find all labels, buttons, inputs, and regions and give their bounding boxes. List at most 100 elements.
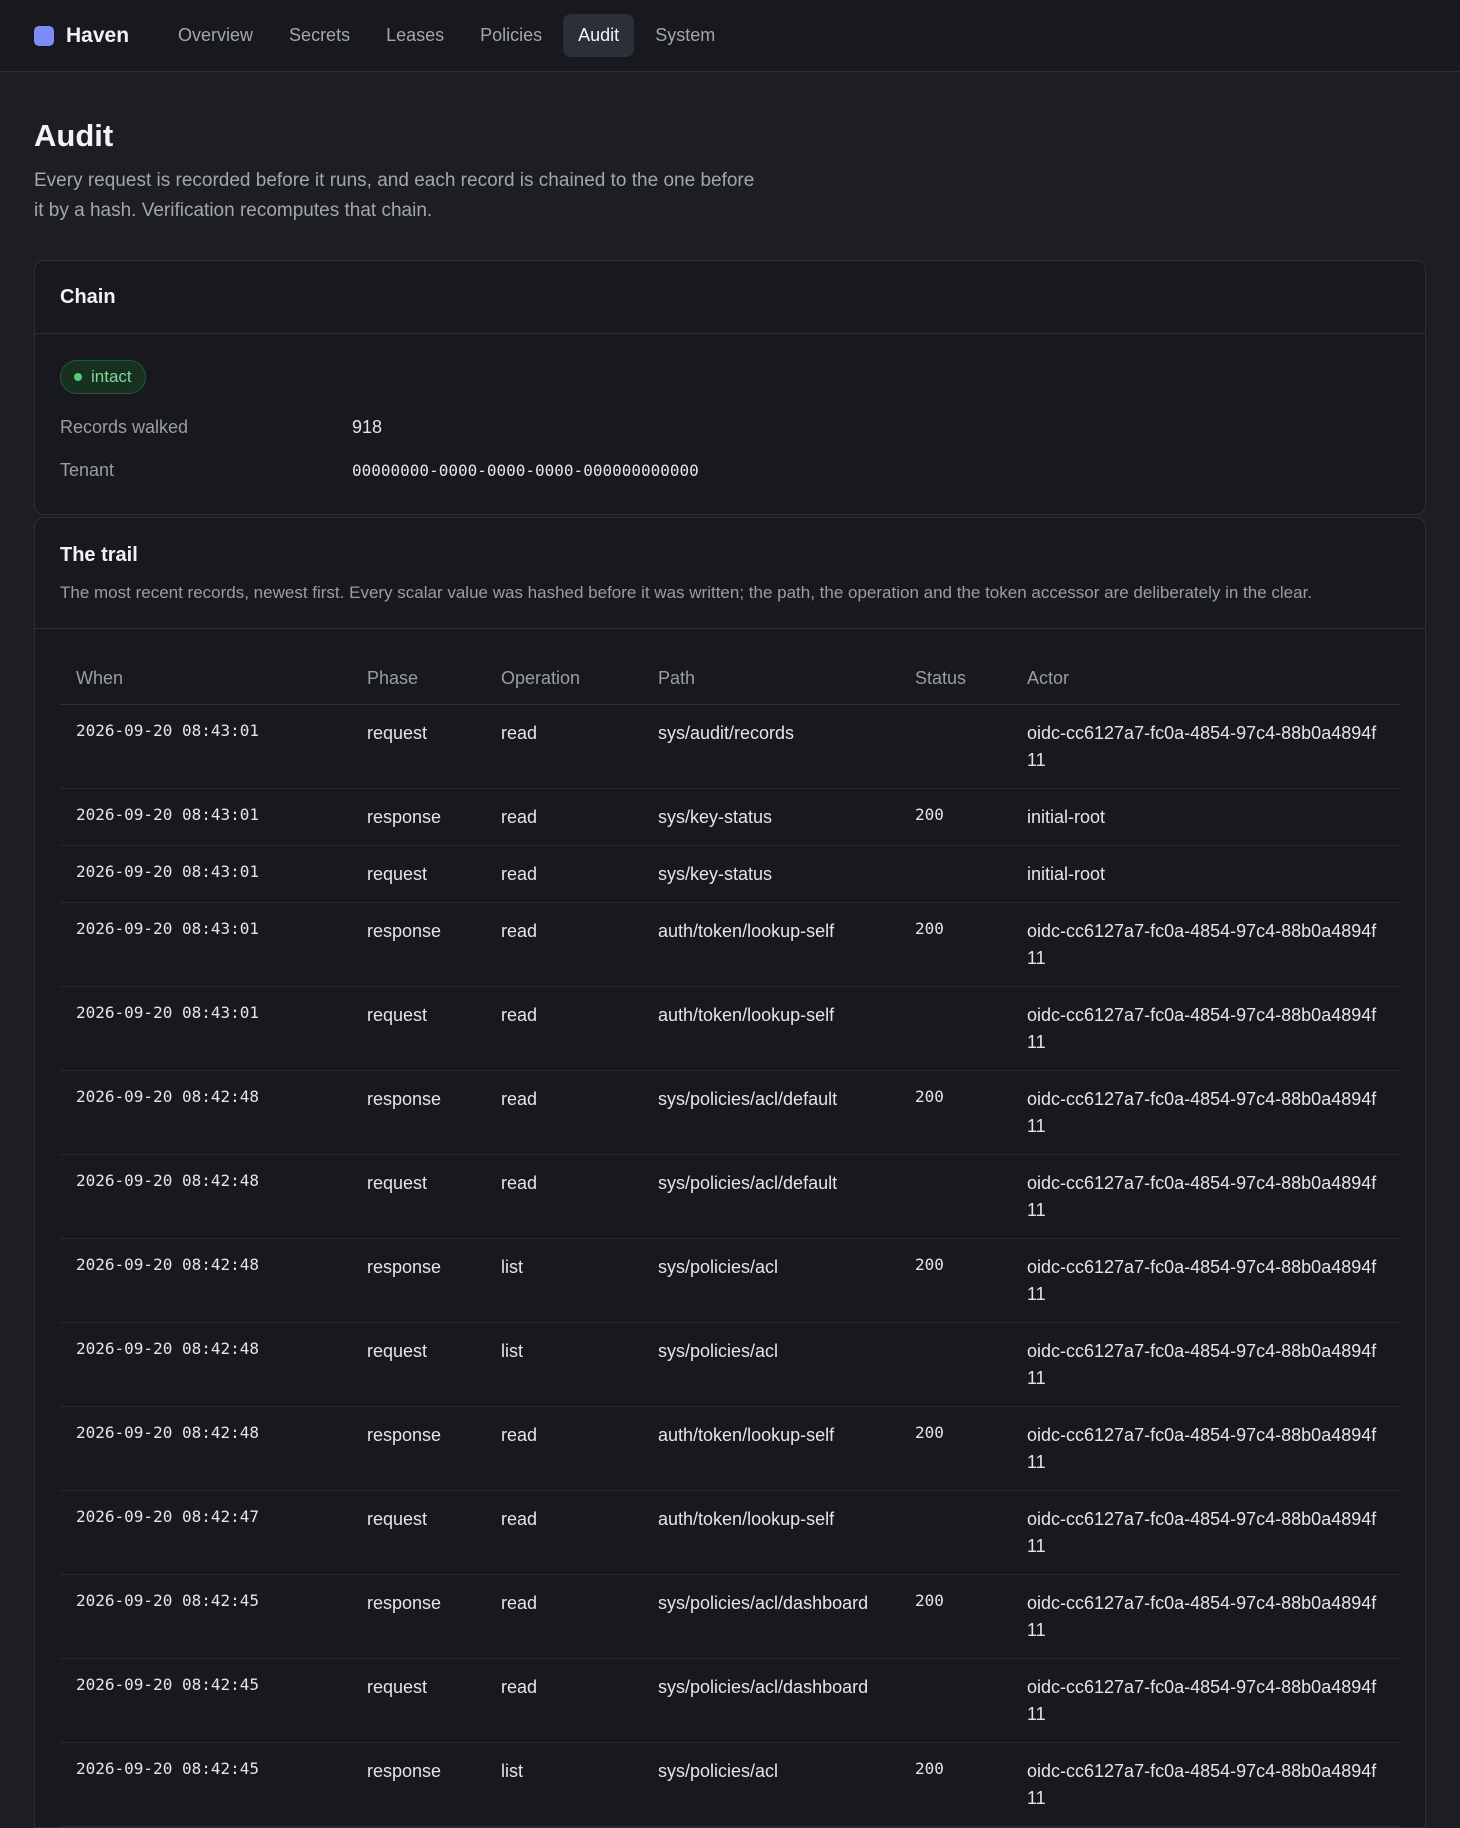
operation-cell: read [485,1490,642,1575]
chain-card-title: Chain [60,285,116,308]
actor-cell: oidc-cc6127a7-fc0a-4854-97c4-88b0a4894f1… [1011,1322,1400,1407]
nav-item-overview[interactable]: Overview [163,14,268,57]
operation-cell: list [485,1322,642,1407]
path-cell: sys/audit/records [642,704,899,789]
brand[interactable]: Haven [34,24,129,48]
path-cell: sys/key-status [642,845,899,903]
audit-trail-rows: 2026-09-20 08:43:01 request read sys/audit/… [60,704,1400,1827]
column-header-when[interactable]: When [60,653,351,705]
table-row[interactable]: 2026-09-20 08:43:01 response read auth/toke… [60,902,1400,987]
records-walked-value: 918 [352,417,383,437]
operation-cell: read [485,1070,642,1155]
column-header-actor[interactable]: Actor [1011,653,1400,705]
status-cell: 200 [899,1070,1011,1155]
status-cell [899,845,1011,903]
path-cell: sys/key-status [642,788,899,846]
operation-cell: list [485,1742,642,1827]
nav-item-system[interactable]: System [640,14,730,57]
tenant-value: 00000000-0000-0000-0000-000000000000 [352,461,699,480]
when-cell: 2026-09-20 08:43:01 [60,902,351,987]
status-cell [899,1322,1011,1407]
actor-cell: oidc-cc6127a7-fc0a-4854-97c4-88b0a4894f1… [1011,902,1400,987]
path-cell: sys/policies/acl [642,1238,899,1323]
actor-cell: oidc-cc6127a7-fc0a-4854-97c4-88b0a4894f1… [1011,986,1400,1071]
operation-cell: read [485,1574,642,1659]
when-cell: 2026-09-20 08:43:01 [60,986,351,1071]
status-cell [899,986,1011,1071]
nav-item-leases[interactable]: Leases [371,14,459,57]
operation-cell: read [485,1406,642,1491]
table-row[interactable]: 2026-09-20 08:42:48 request list sys/polici… [60,1322,1400,1407]
when-cell: 2026-09-20 08:43:01 [60,845,351,903]
audit-trail-table: When Phase Operation Path Status Actor 2… [60,653,1400,1827]
operation-cell: read [485,704,642,789]
status-cell [899,1658,1011,1743]
phase-cell: request [351,1322,485,1407]
table-header-row: When Phase Operation Path Status Actor [60,653,1400,705]
table-row[interactable]: 2026-09-20 08:43:01 request read sys/key-st… [60,845,1400,903]
when-cell: 2026-09-20 08:42:48 [60,1322,351,1407]
phase-cell: response [351,1742,485,1827]
table-row[interactable]: 2026-09-20 08:42:45 response read sys/polic… [60,1574,1400,1659]
chain-status-badge: intact [60,360,146,394]
trail-card-description: The most recent records, newest first. E… [60,583,1313,602]
column-header-status[interactable]: Status [899,653,1011,705]
status-cell [899,1154,1011,1239]
operation-cell: read [485,845,642,903]
table-row[interactable]: 2026-09-20 08:42:48 response read auth/toke… [60,1406,1400,1491]
actor-cell: oidc-cc6127a7-fc0a-4854-97c4-88b0a4894f1… [1011,1574,1400,1659]
brand-name: Haven [66,23,130,47]
table-row[interactable]: 2026-09-20 08:42:48 response list sys/polic… [60,1238,1400,1323]
phase-cell: request [351,1490,485,1575]
table-row[interactable]: 2026-09-20 08:43:01 request read sys/audit/… [60,704,1400,789]
when-cell: 2026-09-20 08:42:47 [60,1490,351,1575]
table-row[interactable]: 2026-09-20 08:42:48 response read sys/polic… [60,1070,1400,1155]
status-cell: 200 [899,788,1011,846]
path-cell: auth/token/lookup-self [642,986,899,1071]
phase-cell: response [351,788,485,846]
column-header-phase[interactable]: Phase [351,653,485,705]
actor-cell: oidc-cc6127a7-fc0a-4854-97c4-88b0a4894f1… [1011,704,1400,789]
actor-cell: oidc-cc6127a7-fc0a-4854-97c4-88b0a4894f1… [1011,1154,1400,1239]
operation-cell: read [485,1658,642,1743]
path-cell: sys/policies/acl [642,1322,899,1407]
column-header-path[interactable]: Path [642,653,899,705]
actor-cell: oidc-cc6127a7-fc0a-4854-97c4-88b0a4894f1… [1011,1070,1400,1155]
path-cell: auth/token/lookup-self [642,1406,899,1491]
actor-cell: oidc-cc6127a7-fc0a-4854-97c4-88b0a4894f1… [1011,1490,1400,1575]
operation-cell: read [485,1154,642,1239]
phase-cell: request [351,704,485,789]
phase-cell: response [351,1574,485,1659]
table-row[interactable]: 2026-09-20 08:42:45 response list sys/polic… [60,1742,1400,1827]
top-navigation-bar: Haven Overview Secrets Leases Policies A… [0,0,1460,72]
nav-item-audit[interactable]: Audit [563,14,635,57]
path-cell: sys/policies/acl/dashboard [642,1658,899,1743]
path-cell: auth/token/lookup-self [642,1490,899,1575]
status-dot-icon [74,373,82,381]
nav-item-secrets[interactable]: Secrets [274,14,365,57]
trail-card-header: The trail The most recent records, newes… [35,518,1425,629]
path-cell: sys/policies/acl/default [642,1070,899,1155]
path-cell: sys/policies/acl [642,1742,899,1827]
table-row[interactable]: 2026-09-20 08:42:48 request read sys/polici… [60,1154,1400,1239]
path-cell: sys/policies/acl/default [642,1154,899,1239]
actor-cell: initial-root [1011,788,1400,846]
actor-cell: oidc-cc6127a7-fc0a-4854-97c4-88b0a4894f1… [1011,1238,1400,1323]
status-cell: 200 [899,1238,1011,1323]
table-row[interactable]: 2026-09-20 08:43:01 request read auth/token… [60,986,1400,1071]
phase-cell: response [351,1406,485,1491]
status-cell [899,704,1011,789]
table-row[interactable]: 2026-09-20 08:42:47 request read auth/token… [60,1490,1400,1575]
when-cell: 2026-09-20 08:42:45 [60,1742,351,1827]
phase-cell: response [351,1238,485,1323]
path-cell: sys/policies/acl/dashboard [642,1574,899,1659]
phase-cell: request [351,1154,485,1239]
when-cell: 2026-09-20 08:42:48 [60,1238,351,1323]
chain-card-body: intact Records walked 918 Tenant 0000000… [35,334,1425,514]
table-row[interactable]: 2026-09-20 08:43:01 response read sys/key-s… [60,788,1400,846]
column-header-operation[interactable]: Operation [485,653,642,705]
phase-cell: request [351,1658,485,1743]
table-row[interactable]: 2026-09-20 08:42:45 request read sys/polici… [60,1658,1400,1743]
main-nav: Overview Secrets Leases Policies Audit S… [163,14,730,57]
nav-item-policies[interactable]: Policies [465,14,557,57]
